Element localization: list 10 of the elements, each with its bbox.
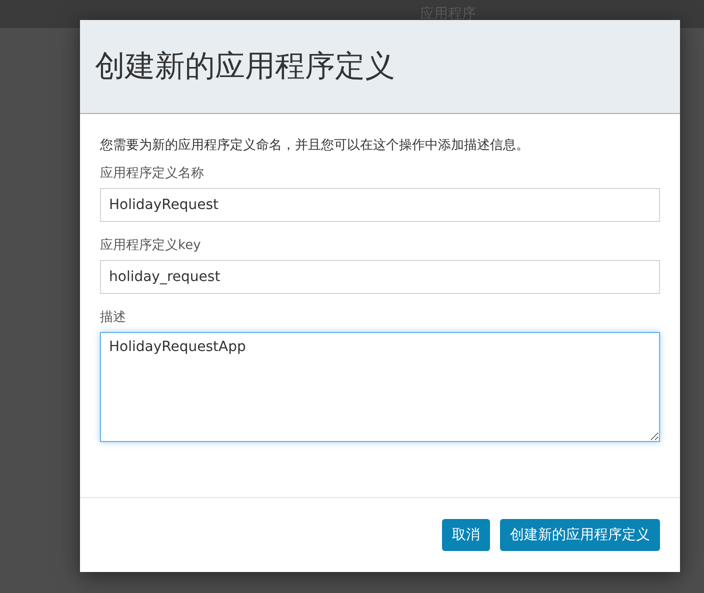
create-button[interactable]: 创建新的应用程序定义 <box>500 519 660 551</box>
field-label: 描述 <box>100 309 127 326</box>
input-field[interactable]: HolidayRequest <box>100 188 660 222</box>
input-field[interactable]: holiday_request <box>100 260 660 294</box>
cancel-button[interactable]: 取消 <box>442 519 490 551</box>
description-field[interactable]: HolidayRequestApp <box>100 332 660 442</box>
dialog-title: 创建新的应用程序定义 <box>95 48 395 86</box>
field-label: 应用程序定义名称 <box>100 165 205 182</box>
intro-text: 您需要为新的应用程序定义命名，并且您可以在这个操作中添加描述信息。 <box>100 137 530 154</box>
field-label: 应用程序定义key <box>100 237 202 254</box>
